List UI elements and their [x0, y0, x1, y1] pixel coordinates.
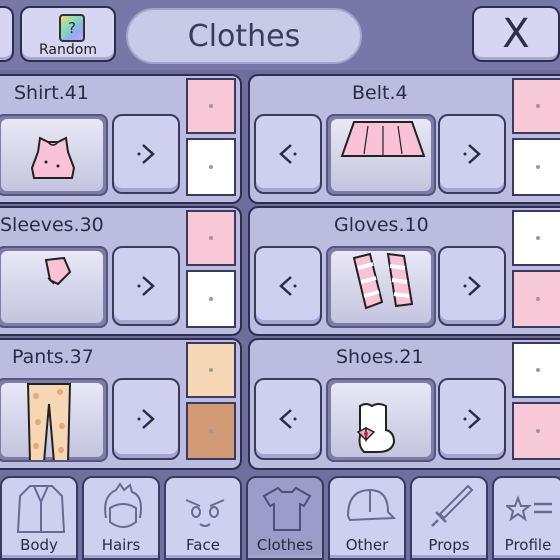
sleeves-color-2[interactable]: [186, 270, 236, 328]
shirt-preview[interactable]: [0, 114, 108, 196]
chevron-left-icon: [279, 409, 297, 429]
hair-icon: [104, 482, 142, 528]
shoes-color-2[interactable]: [512, 402, 560, 460]
shirt-item-icon: [30, 136, 76, 179]
cap-icon: [346, 488, 396, 522]
gloves-next-button[interactable]: [438, 246, 506, 326]
nav-profile-label: Profile: [504, 536, 552, 554]
nav-clothes[interactable]: Clothes: [246, 476, 324, 560]
gloves-label: Gloves.10: [334, 214, 429, 236]
nav-face-label: Face: [186, 536, 220, 554]
shoes-color-1[interactable]: [512, 342, 560, 398]
shirt-label: Shirt.41: [14, 82, 89, 104]
nav-clothes-label: Clothes: [256, 536, 314, 554]
gloves-color-1[interactable]: [512, 210, 560, 266]
random-label: Random: [39, 42, 97, 58]
pants-color-2[interactable]: [186, 402, 236, 460]
chevron-right-icon: [137, 144, 155, 164]
gloves-preview[interactable]: [326, 246, 436, 328]
belt-preview[interactable]: [326, 114, 436, 196]
sleeves-color-1[interactable]: [186, 210, 236, 266]
chevron-right-icon: [463, 409, 481, 429]
page-title: Clothes: [126, 8, 362, 64]
shoes-next-button[interactable]: [438, 378, 506, 460]
tshirt-icon: [262, 486, 312, 531]
pants-color-1[interactable]: [186, 342, 236, 398]
shirt-next-button[interactable]: [112, 114, 180, 194]
nav-other[interactable]: Other: [328, 476, 406, 560]
nav-other-label: Other: [345, 536, 389, 554]
belt-next-button[interactable]: [438, 114, 506, 194]
jacket-icon: [16, 485, 66, 533]
shirt-color-1[interactable]: [186, 78, 236, 134]
random-dice-icon: ?: [59, 14, 85, 42]
pants-next-button[interactable]: [112, 378, 180, 460]
chevron-right-icon: [137, 276, 155, 296]
chevron-left-icon: [279, 276, 297, 296]
shoes-preview[interactable]: [326, 378, 436, 462]
face-icon: [185, 499, 225, 527]
belt-color-2[interactable]: [512, 138, 560, 196]
socks-item-icon: [356, 403, 396, 453]
nav-hairs[interactable]: Hairs: [82, 476, 160, 560]
skirt-item-icon: [340, 121, 426, 157]
chevron-left-icon: [279, 144, 297, 164]
gloves-prev-button[interactable]: [254, 246, 322, 326]
sword-icon: [431, 484, 474, 527]
gloves-color-2[interactable]: [512, 270, 560, 328]
chevron-right-icon: [463, 276, 481, 296]
close-icon: X: [502, 11, 530, 57]
belt-color-1[interactable]: [512, 78, 560, 134]
sleeves-preview[interactable]: [0, 246, 108, 328]
shoes-prev-button[interactable]: [254, 378, 322, 460]
sleeves-label: Sleeves.30: [0, 214, 104, 236]
pants-item-icon: [26, 383, 72, 460]
random-button[interactable]: ? Random: [20, 6, 116, 62]
offscreen-left-button[interactable]: [0, 6, 14, 62]
sleeve-item-icon: [44, 256, 72, 286]
star-list-icon: [506, 495, 552, 522]
striped-gloves-item-icon: [352, 252, 414, 310]
pants-preview[interactable]: [0, 378, 108, 462]
chevron-right-icon: [137, 409, 155, 429]
nav-body[interactable]: Body: [0, 476, 78, 560]
nav-hairs-label: Hairs: [101, 536, 141, 554]
sleeves-next-button[interactable]: [112, 246, 180, 326]
nav-props-label: Props: [428, 536, 470, 554]
nav-face[interactable]: Face: [164, 476, 242, 560]
pants-label: Pants.37: [12, 346, 94, 368]
nav-props[interactable]: Props: [410, 476, 488, 560]
close-button[interactable]: X: [472, 6, 560, 62]
shoes-label: Shoes.21: [336, 346, 424, 368]
shirt-color-2[interactable]: [186, 138, 236, 196]
belt-prev-button[interactable]: [254, 114, 322, 194]
chevron-right-icon: [463, 144, 481, 164]
nav-body-label: Body: [20, 536, 58, 554]
belt-label: Belt.4: [352, 82, 408, 104]
nav-profile[interactable]: Profile: [492, 476, 560, 560]
